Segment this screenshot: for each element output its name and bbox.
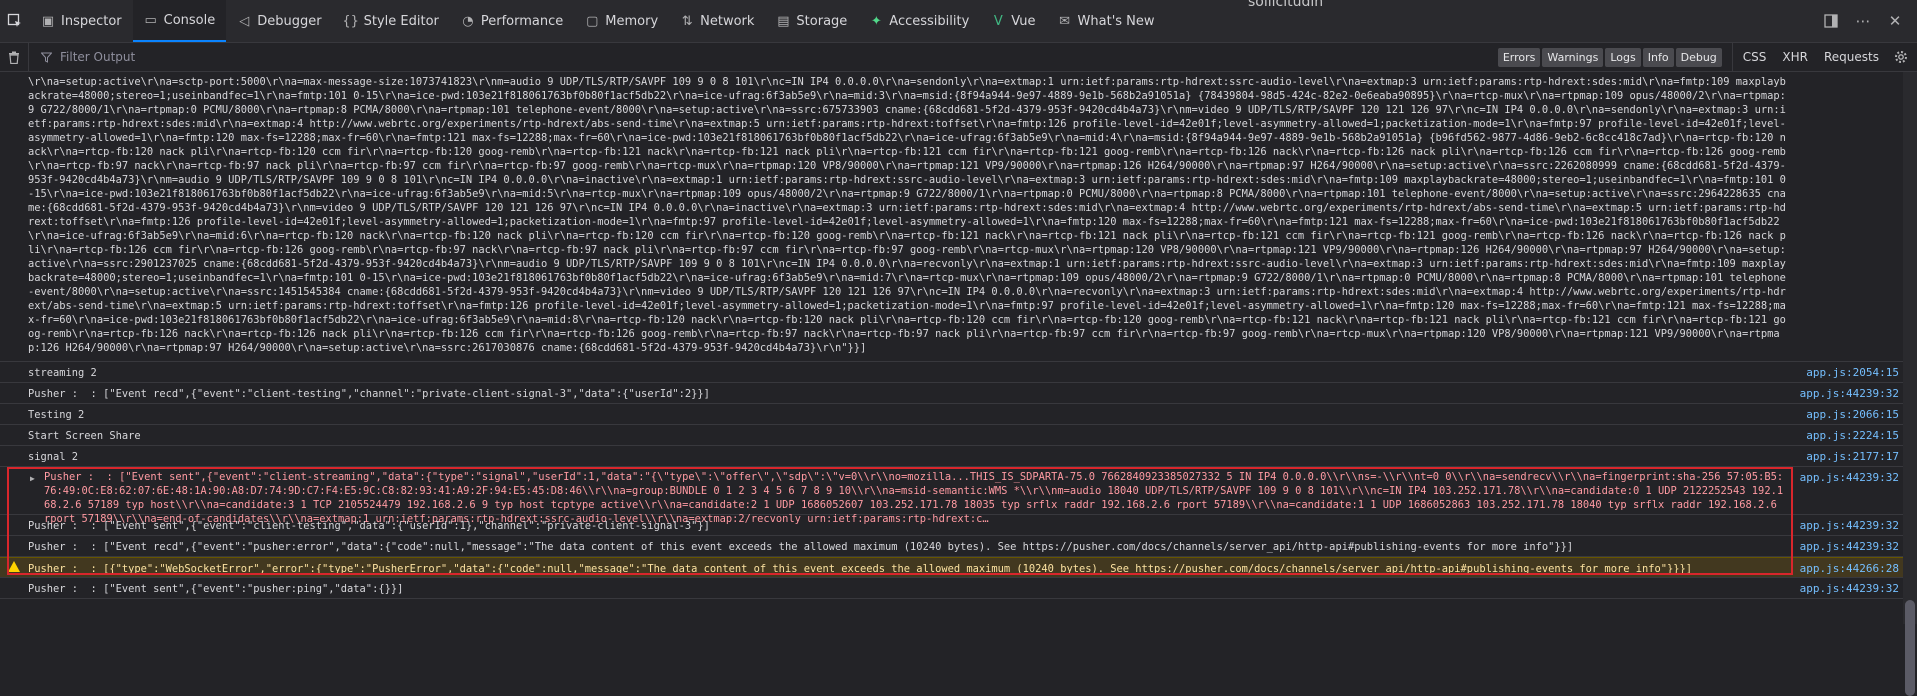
log-text: Pusher : : ["Event recd",{"event":"pushe… — [28, 541, 1574, 553]
log-text: signal 2 — [28, 451, 79, 463]
filter-requests-button[interactable]: Requests — [1824, 50, 1879, 64]
gift-icon: ✉ — [1059, 13, 1070, 29]
sdp-text: \r\na=setup:active\r\na=sctp-port:5000\r… — [28, 76, 1786, 354]
tab-debugger[interactable]: ◁ Debugger — [226, 0, 332, 42]
clear-console-button[interactable] — [0, 51, 28, 64]
source-link[interactable]: app.js:2066:15 — [1806, 408, 1899, 422]
log-message: Start Screen Share app.js:2224:15 — [0, 425, 1917, 446]
warning-message: Pusher : : [{"type":"WebSocketError","er… — [0, 557, 1917, 578]
element-picker-icon — [7, 13, 21, 27]
trash-icon — [9, 51, 19, 64]
tab-label: Memory — [605, 13, 659, 29]
tab-inspector[interactable]: ▣ Inspector — [30, 0, 133, 42]
tab-label: Vue — [1011, 13, 1036, 29]
tab-console[interactable]: ▭ Console — [132, 0, 227, 42]
close-icon: ✕ — [1888, 12, 1902, 30]
dock-button[interactable] — [1823, 13, 1839, 29]
log-text: Pusher : : ["Event sent",{"event":"pushe… — [28, 583, 404, 595]
filter-logs-button[interactable]: Logs — [1605, 47, 1641, 67]
tab-whats-new[interactable]: ✉ What's New — [1047, 0, 1166, 42]
dock-icon — [1824, 14, 1838, 28]
source-link[interactable]: app.js:44266:28 — [1800, 562, 1899, 576]
output-scrollbar[interactable] — [1903, 72, 1917, 696]
source-link[interactable]: app.js:2224:15 — [1806, 429, 1899, 443]
source-link[interactable]: app.js:2054:15 — [1806, 366, 1899, 380]
log-message-sdp-continuation: \r\na=setup:active\r\na=sctp-port:5000\r… — [0, 72, 1917, 362]
log-text: Pusher : : [{"type":"WebSocketError","er… — [28, 563, 1693, 575]
source-link[interactable]: app.js:44239:32 — [1800, 582, 1899, 596]
source-link[interactable]: app.js:44239:32 — [1800, 471, 1899, 485]
tab-style-editor[interactable]: {} Style Editor — [333, 0, 450, 42]
vue-icon: V — [993, 13, 1003, 29]
filter-css-button[interactable]: CSS — [1743, 50, 1767, 64]
console-output: \r\na=setup:active\r\na=sctp-port:5000\r… — [0, 72, 1917, 624]
console-settings-button[interactable] — [1891, 50, 1917, 64]
expand-arrow-icon[interactable]: ▶ — [30, 472, 35, 486]
source-link[interactable]: app.js:2177:17 — [1806, 450, 1899, 464]
page-peek-text: sollicitudin — [1248, 0, 1324, 10]
log-text: streaming 2 — [28, 367, 97, 379]
tab-label: Storage — [796, 13, 848, 29]
tab-vue[interactable]: V Vue — [980, 0, 1046, 42]
console-icon: ▭ — [144, 12, 157, 28]
funnel-icon — [41, 52, 52, 63]
filter-debug-button[interactable]: Debug — [1675, 47, 1722, 67]
scrollbar-thumb[interactable] — [1905, 600, 1915, 696]
log-message-event-sent-signal[interactable]: ▶ Pusher : : ["Event sent",{"event":"cli… — [0, 467, 1917, 525]
tab-accessibility[interactable]: ✦ Accessibility — [858, 0, 980, 42]
console-filterbar: ErrorsWarningsLogsInfoDebug CSS XHR Reques… — [0, 43, 1917, 72]
filter-xhr-button[interactable]: XHR — [1782, 50, 1808, 64]
warning-icon — [8, 561, 20, 572]
more-options-button[interactable]: ⋯ — [1855, 12, 1871, 30]
element-picker-button[interactable] — [0, 0, 30, 42]
network-icon: ⇅ — [681, 13, 693, 29]
filter-errors-button[interactable]: Errors — [1497, 47, 1541, 67]
log-text: Pusher : : ["Event sent",{"event":"clien… — [28, 520, 710, 532]
source-link[interactable]: app.js:44239:32 — [1800, 519, 1899, 533]
log-message: Pusher : : ["Event recd",{"event":"clien… — [0, 383, 1917, 404]
filter-info-button[interactable]: Info — [1642, 47, 1674, 67]
log-text: Pusher : : ["Event recd",{"event":"clien… — [28, 388, 710, 400]
source-link[interactable]: app.js:44239:32 — [1800, 540, 1899, 554]
tab-label: What's New — [1077, 13, 1155, 29]
filter-warnings-button[interactable]: Warnings — [1542, 47, 1604, 67]
filter-output-input[interactable] — [58, 49, 662, 65]
source-link[interactable]: app.js:44239:32 — [1800, 387, 1899, 401]
gear-icon — [1895, 51, 1907, 63]
tab-label: Performance — [480, 13, 564, 29]
tab-label: Network — [700, 13, 755, 29]
tab-label: Debugger — [257, 13, 322, 29]
ellipsis-icon: ⋯ — [1855, 12, 1871, 30]
tab-label: Style Editor — [363, 13, 439, 29]
log-text: Testing 2 — [28, 409, 85, 421]
tab-storage[interactable]: ▤ Storage — [765, 0, 858, 42]
tab-label: Inspector — [61, 13, 122, 29]
log-text: Start Screen Share — [28, 430, 141, 442]
performance-icon: ◔ — [462, 13, 474, 29]
log-message-event-recd-error: Pusher : : ["Event recd",{"event":"pushe… — [0, 536, 1917, 557]
storage-icon: ▤ — [777, 13, 790, 29]
log-message: Testing 2 app.js:2066:15 — [0, 404, 1917, 425]
log-message-ping: Pusher : : ["Event sent",{"event":"pushe… — [0, 578, 1917, 599]
log-message-event-sent-testing: Pusher : : ["Event sent",{"event":"clien… — [0, 515, 1917, 536]
style-editor-icon: {} — [342, 13, 359, 29]
debugger-icon: ◁ — [239, 13, 250, 29]
close-devtools-button[interactable]: ✕ — [1887, 12, 1903, 30]
filter-field — [28, 43, 1498, 71]
log-message: signal 2 app.js:2177:17 — [0, 446, 1917, 467]
accessibility-icon: ✦ — [870, 13, 882, 29]
tab-memory[interactable]: ▢ Memory — [574, 0, 669, 42]
tab-network[interactable]: ⇅ Network — [669, 0, 765, 42]
devtools-toolbar: ▣ Inspector ▭ Console ◁ Debugger {} Style Edito… — [0, 0, 1917, 43]
memory-icon: ▢ — [586, 13, 599, 29]
tab-label: Accessibility — [889, 13, 970, 29]
inspector-icon: ▣ — [41, 13, 55, 29]
tab-performance[interactable]: ◔ Performance — [450, 0, 574, 42]
tab-label: Console — [163, 12, 216, 28]
log-message: streaming 2 app.js:2054:15 — [0, 362, 1917, 383]
